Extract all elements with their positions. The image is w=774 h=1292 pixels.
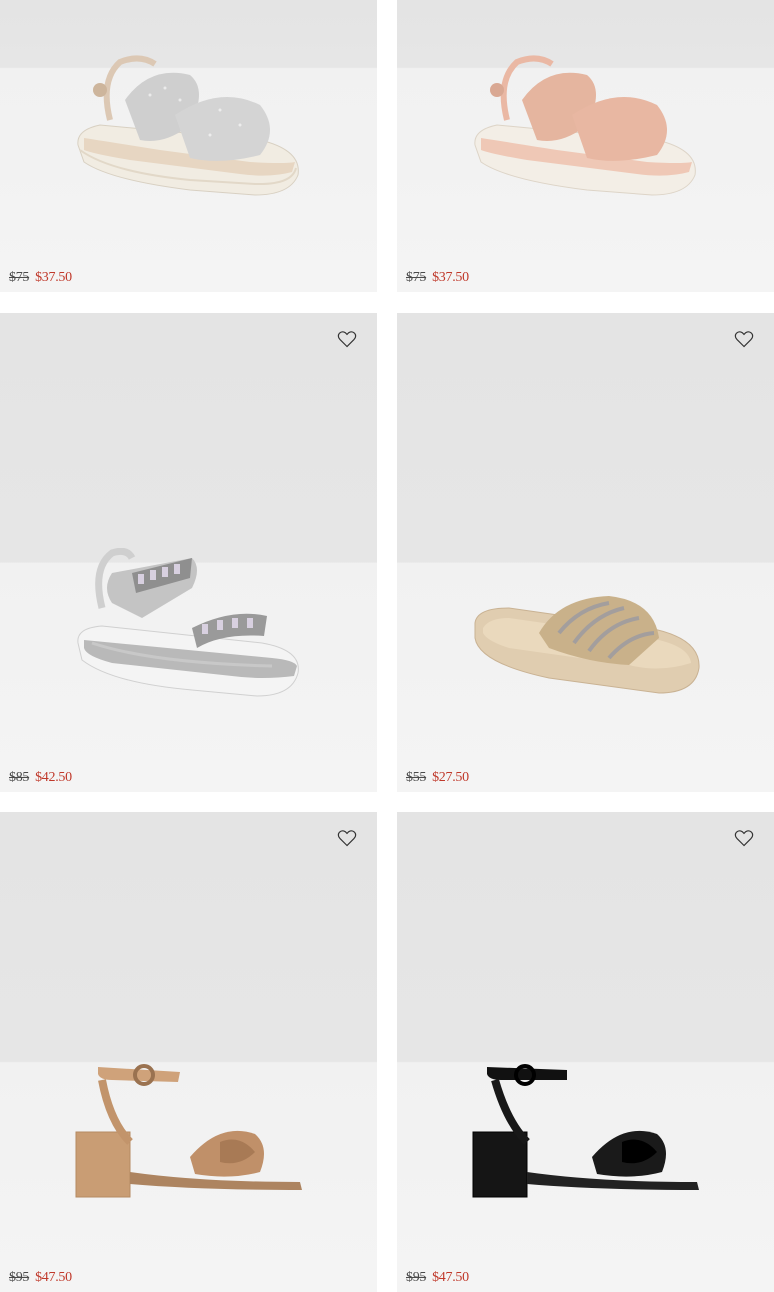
- product-image[interactable]: [72, 548, 307, 708]
- product-card[interactable]: $55 $27.50: [397, 313, 774, 792]
- original-price: $75: [406, 270, 427, 285]
- price-row: $85 $42.50: [9, 770, 72, 786]
- sale-price: $47.50: [432, 1270, 469, 1285]
- product-image[interactable]: [467, 1062, 707, 1202]
- price-row: $95 $47.50: [406, 1270, 469, 1286]
- sale-price: $47.50: [35, 1270, 72, 1285]
- product-image[interactable]: [70, 50, 310, 205]
- original-price: $95: [406, 1270, 427, 1285]
- product-grid: $75 $37.50 $75 $37.50 $85 $42.50 $55 $27…: [0, 0, 774, 1292]
- price-row: $95 $47.50: [9, 1270, 72, 1286]
- sale-price: $42.50: [35, 770, 72, 785]
- product-image[interactable]: [70, 1062, 310, 1202]
- product-image[interactable]: [469, 593, 704, 703]
- wishlist-heart-icon[interactable]: [734, 329, 754, 349]
- product-card[interactable]: $95 $47.50: [0, 812, 377, 1292]
- price-row: $55 $27.50: [406, 770, 469, 786]
- wishlist-heart-icon[interactable]: [734, 828, 754, 848]
- price-row: $75 $37.50: [406, 270, 469, 286]
- product-card[interactable]: $95 $47.50: [397, 812, 774, 1292]
- sale-price: $27.50: [432, 770, 469, 785]
- original-price: $95: [9, 1270, 30, 1285]
- original-price: $55: [406, 770, 427, 785]
- sale-price: $37.50: [35, 270, 72, 285]
- product-image[interactable]: [467, 50, 707, 205]
- product-card[interactable]: $85 $42.50: [0, 313, 377, 792]
- original-price: $75: [9, 270, 30, 285]
- sale-price: $37.50: [432, 270, 469, 285]
- wishlist-heart-icon[interactable]: [337, 828, 357, 848]
- product-card[interactable]: $75 $37.50: [397, 0, 774, 292]
- original-price: $85: [9, 770, 30, 785]
- price-row: $75 $37.50: [9, 270, 72, 286]
- wishlist-heart-icon[interactable]: [337, 329, 357, 349]
- product-card[interactable]: $75 $37.50: [0, 0, 377, 292]
